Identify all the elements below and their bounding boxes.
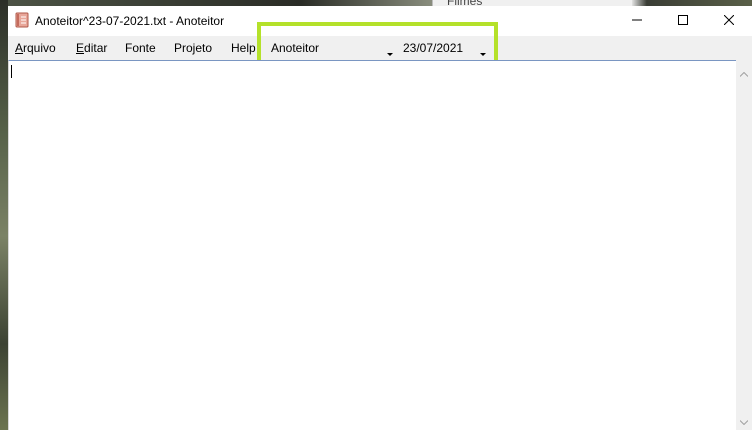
desktop-background-left xyxy=(0,0,8,430)
menu-projeto-label: Projeto xyxy=(174,41,213,55)
vertical-scrollbar[interactable] xyxy=(736,60,752,430)
menu-projeto[interactable]: Projeto xyxy=(174,41,212,55)
menu-editar-label: ditar xyxy=(84,41,108,55)
project-select[interactable]: Anoteitor xyxy=(267,39,397,57)
app-window: Anoteitor^23-07-2021.txt - Anoteitor Arq… xyxy=(8,6,752,430)
menu-arquivo-label: rquivo xyxy=(23,41,56,55)
project-select-value: Anoteitor xyxy=(271,41,320,55)
close-button[interactable] xyxy=(706,6,752,36)
menu-bar: Arquivo Editar Fonte Projeto Help Anotei… xyxy=(8,36,752,60)
minimize-icon xyxy=(632,14,642,28)
text-caret xyxy=(11,65,12,78)
window-title: Anoteitor^23-07-2021.txt - Anoteitor xyxy=(35,14,225,28)
maximize-icon xyxy=(678,14,688,28)
text-editor[interactable] xyxy=(8,60,736,430)
minimize-button[interactable] xyxy=(614,6,660,36)
title-bar[interactable]: Anoteitor^23-07-2021.txt - Anoteitor xyxy=(8,6,752,36)
date-select-value: 23/07/2021 xyxy=(403,41,464,55)
notebook-icon xyxy=(14,12,30,28)
menu-arquivo-accel: A xyxy=(15,41,24,55)
menu-fonte-label: Fonte xyxy=(125,41,156,55)
maximize-button[interactable] xyxy=(660,6,706,36)
menu-editar[interactable]: Editar xyxy=(76,41,107,55)
menu-fonte[interactable]: Fonte xyxy=(125,41,156,55)
menu-help-label: Help xyxy=(231,41,256,55)
chevron-down-icon xyxy=(387,46,393,60)
scroll-down-icon[interactable] xyxy=(739,414,749,428)
scroll-up-icon[interactable] xyxy=(739,66,749,80)
menu-arquivo[interactable]: Arquivo xyxy=(15,41,56,55)
date-select[interactable]: 23/07/2021 xyxy=(399,39,491,57)
menu-editar-accel: E xyxy=(76,41,85,55)
close-icon xyxy=(723,14,735,28)
menu-help[interactable]: Help xyxy=(231,41,256,55)
chevron-down-icon xyxy=(480,46,486,60)
